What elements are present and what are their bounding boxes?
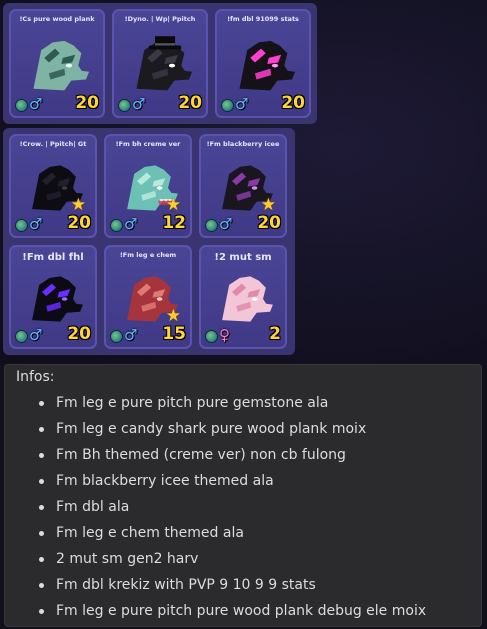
star-icon: ★ [70, 195, 86, 215]
male-icon: ♂ [219, 215, 233, 233]
pet-age: 20 [281, 93, 305, 113]
pet-status-icons: ♂ [110, 328, 137, 343]
globe-icon [15, 330, 28, 343]
info-item: Fm leg e pure pitch pure gemstone ala [33, 392, 426, 418]
star-icon: ★ [165, 195, 181, 215]
pet-status-icons: ♂ [205, 217, 232, 232]
pet-badges: ♂ 15 [110, 326, 186, 343]
info-item: Fm dbl krekiz with PVP 9 10 9 9 stats [33, 574, 426, 600]
pet-name: !2 mut sm [214, 252, 272, 263]
pet-badges: ♀ 2 [205, 326, 281, 343]
pet-age: 20 [67, 324, 91, 344]
pet-name: !Fm bh creme ver [115, 140, 181, 148]
dragon-pet-image [208, 267, 279, 331]
globe-icon [110, 219, 123, 232]
pet-name: !Dyno. | Wp| Ppitch [124, 15, 196, 23]
male-icon: ♂ [29, 95, 43, 113]
globe-icon [205, 219, 218, 232]
pet-status-icons: ♀ [205, 328, 230, 343]
pet-age: 20 [178, 93, 202, 113]
star-icon: ★ [260, 195, 276, 215]
info-box: Infos: Fm leg e pure pitch pure gemstone… [4, 364, 482, 627]
pet-status-icons: ♂ [15, 217, 42, 232]
pet-badges: ♂ 20 [15, 326, 91, 343]
info-item: Fm blackberry icee themed ala [33, 470, 426, 496]
pet-badges: ♂ 20 [15, 215, 91, 232]
info-item: Fm leg e candy shark pure wood plank moi… [33, 418, 426, 444]
pet-name: !Fm dbl fhl [22, 252, 84, 263]
globe-icon [15, 99, 28, 112]
pet-status-icons: ♂ [15, 97, 42, 112]
pet-badges: ♂ 20 [15, 95, 99, 112]
info-list: Fm leg e pure pitch pure gemstone ala Fm… [33, 392, 426, 626]
info-item: 2 mut sm gen2 harv [33, 548, 426, 574]
info-item: Fm Bh themed (creme ver) non cb fulong [33, 444, 426, 470]
male-icon: ♂ [29, 326, 43, 344]
dragon-pet-image [18, 32, 95, 99]
male-icon: ♂ [124, 326, 138, 344]
globe-icon [118, 99, 131, 112]
pet-panel-top: !Cs pure wood plank ♂ 20 !Dyno. | Wp| Ppit… [3, 3, 317, 124]
pet-card[interactable]: !Fm bh creme ver ★ ♂ 12 [104, 134, 192, 238]
pet-name: !Crow. | Ppitch| Gt [19, 140, 87, 148]
pet-card[interactable]: !Fm dbl fhl ♂ 20 [9, 245, 97, 349]
info-title: Infos: [16, 369, 55, 385]
pet-age: 20 [257, 213, 281, 233]
dragon-pet-image [224, 32, 301, 99]
pet-card[interactable]: !Crow. | Ppitch| Gt ★ ♂ 20 [9, 134, 97, 238]
pet-age: 20 [67, 213, 91, 233]
pet-age: 20 [75, 93, 99, 113]
pet-age: 12 [162, 213, 186, 233]
pet-badges: ♂ 20 [205, 215, 281, 232]
pet-name: !Fm blackberry icee [206, 140, 280, 148]
pet-status-icons: ♂ [118, 97, 145, 112]
pet-status-icons: ♂ [221, 97, 248, 112]
dragon-pet-image [18, 267, 89, 331]
globe-icon [15, 219, 28, 232]
pet-badges: ♂ 20 [221, 95, 305, 112]
male-icon: ♂ [132, 95, 146, 113]
dragon-pet-image [121, 32, 198, 99]
info-item: Fm leg e pure pitch pure wood plank debu… [33, 600, 426, 626]
pet-card[interactable]: !fm dbl 91099 stats ♂ 20 [215, 9, 311, 118]
pet-status-icons: ♂ [15, 328, 42, 343]
pet-card[interactable]: !2 mut sm ♀ 2 [199, 245, 287, 349]
male-icon: ♂ [29, 215, 43, 233]
info-item: Fm dbl ala [33, 496, 426, 522]
pet-age: 15 [162, 324, 186, 344]
pet-name: !Cs pure wood plank [19, 15, 95, 23]
pet-panel-bottom: !Crow. | Ppitch| Gt ★ ♂ 20 !Fm bh creme ver… [3, 128, 295, 355]
pet-badges: ♂ 20 [118, 95, 202, 112]
info-item: Fm leg e chem themed ala [33, 522, 426, 548]
male-icon: ♂ [124, 215, 138, 233]
pet-card[interactable]: !Cs pure wood plank ♂ 20 [9, 9, 105, 118]
pet-card[interactable]: !Dyno. | Wp| Ppitch ♂ 20 [112, 9, 208, 118]
star-icon: ★ [165, 306, 181, 326]
pet-badges: ♂ 12 [110, 215, 186, 232]
pet-name: !fm dbl 91099 stats [227, 15, 299, 23]
pet-card[interactable]: !Fm leg e chem ★ ♂ 15 [104, 245, 192, 349]
female-icon: ♀ [219, 326, 230, 344]
pet-name: !Fm leg e chem [119, 251, 177, 259]
male-icon: ♂ [235, 95, 249, 113]
globe-icon [221, 99, 234, 112]
globe-icon [110, 330, 123, 343]
pet-status-icons: ♂ [110, 217, 137, 232]
pet-age: 2 [269, 324, 281, 344]
globe-icon [205, 330, 218, 343]
pet-card[interactable]: !Fm blackberry icee ★ ♂ 20 [199, 134, 287, 238]
